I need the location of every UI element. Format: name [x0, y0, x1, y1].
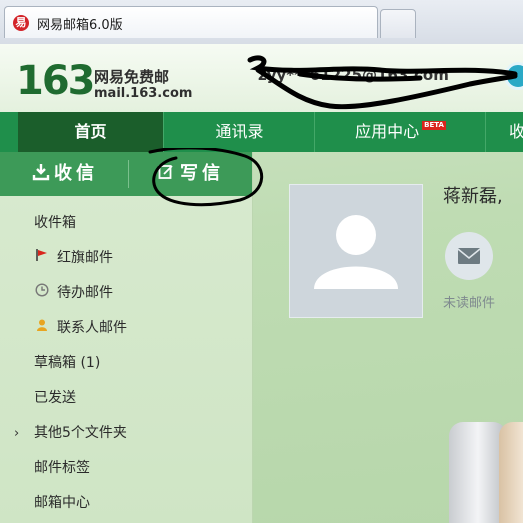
folder-label: 收件箱 — [34, 215, 76, 231]
folder-label: 其他5个文件夹 — [34, 425, 127, 441]
tab-home-label: 首页 — [74, 122, 107, 141]
folder-label: 邮件标签 — [34, 460, 90, 476]
main-nav: 首页 通讯录 应用中心 BETA 收 — [0, 112, 523, 152]
sidebar: 收信 写信 收件箱 红旗邮件 待办邮件 联系人邮件 草稿箱 (1) 已发送 › … — [0, 148, 264, 523]
beta-badge: BETA — [422, 121, 446, 130]
user-greeting: 蒋新磊, — [443, 186, 503, 207]
envelope-icon — [457, 248, 481, 264]
logo-domain: mail.163.com — [94, 86, 193, 101]
tab-title: 网易邮箱6.0版 — [37, 18, 123, 33]
folder-flagged[interactable]: 红旗邮件 — [0, 241, 252, 276]
red-flag-icon — [34, 241, 50, 276]
tab-contacts[interactable]: 通讯录 — [165, 112, 315, 152]
unread-mail-button[interactable] — [445, 232, 493, 280]
new-tab-button[interactable] — [380, 9, 416, 38]
exit-icon[interactable] — [504, 62, 523, 90]
browser-tab-strip: 易 网易邮箱6.0版 — [0, 0, 523, 45]
folder-label: 草稿箱 (1) — [34, 355, 101, 371]
tab-inbox-partial-label: 收 — [508, 122, 523, 141]
mail-header: 163 网易免费邮 mail.163.com zyy***61225@163.c… — [0, 44, 523, 112]
folder-tags[interactable]: 邮件标签 — [0, 451, 252, 486]
tab-app-center-label: 应用中心 — [355, 122, 420, 141]
folder-other[interactable]: › 其他5个文件夹 — [0, 416, 252, 451]
folder-list: 收件箱 红旗邮件 待办邮件 联系人邮件 草稿箱 (1) 已发送 › 其他5个文件… — [0, 206, 252, 521]
mail-page: 163 网易免费邮 mail.163.com zyy***61225@163.c… — [0, 44, 523, 523]
clock-icon — [34, 276, 50, 311]
browser-tab[interactable]: 易 网易邮箱6.0版 — [4, 6, 378, 38]
folder-sent[interactable]: 已发送 — [0, 381, 252, 416]
folder-mail-center[interactable]: 邮箱中心 — [0, 486, 252, 521]
folder-todo[interactable]: 待办邮件 — [0, 276, 252, 311]
folder-label: 联系人邮件 — [57, 320, 127, 336]
folder-label: 红旗邮件 — [57, 250, 113, 266]
contact-icon — [34, 311, 50, 346]
tab-home[interactable]: 首页 — [18, 112, 164, 152]
action-bar: 收信 写信 — [0, 148, 264, 207]
folder-label: 邮箱中心 — [34, 495, 90, 511]
tab-app-center[interactable]: 应用中心 BETA — [316, 112, 486, 152]
folder-contacts-mail[interactable]: 联系人邮件 — [0, 311, 252, 346]
tab-contacts-label: 通讯录 — [215, 122, 264, 141]
logo-number: 163 — [16, 58, 95, 104]
tab-inbox-partial[interactable]: 收 — [487, 112, 523, 152]
account-address[interactable]: zyy***61225@163.com — [258, 66, 449, 84]
unread-mail-label: 未读邮件 — [443, 296, 496, 311]
chevron-right-icon[interactable]: › — [14, 416, 19, 451]
logo-chinese-name: 网易免费邮 — [94, 68, 170, 86]
avatar-placeholder-icon — [314, 215, 398, 289]
folder-inbox[interactable]: 收件箱 — [0, 206, 252, 241]
phone-illustration — [499, 422, 523, 523]
avatar[interactable] — [289, 184, 423, 318]
folder-label: 待办邮件 — [57, 285, 113, 301]
netease-logo-icon: 易 — [13, 15, 29, 31]
folder-drafts[interactable]: 草稿箱 (1) — [0, 346, 252, 381]
main-content: 蒋新磊, 未读邮件 — [253, 152, 523, 523]
folder-label: 已发送 — [34, 390, 76, 406]
